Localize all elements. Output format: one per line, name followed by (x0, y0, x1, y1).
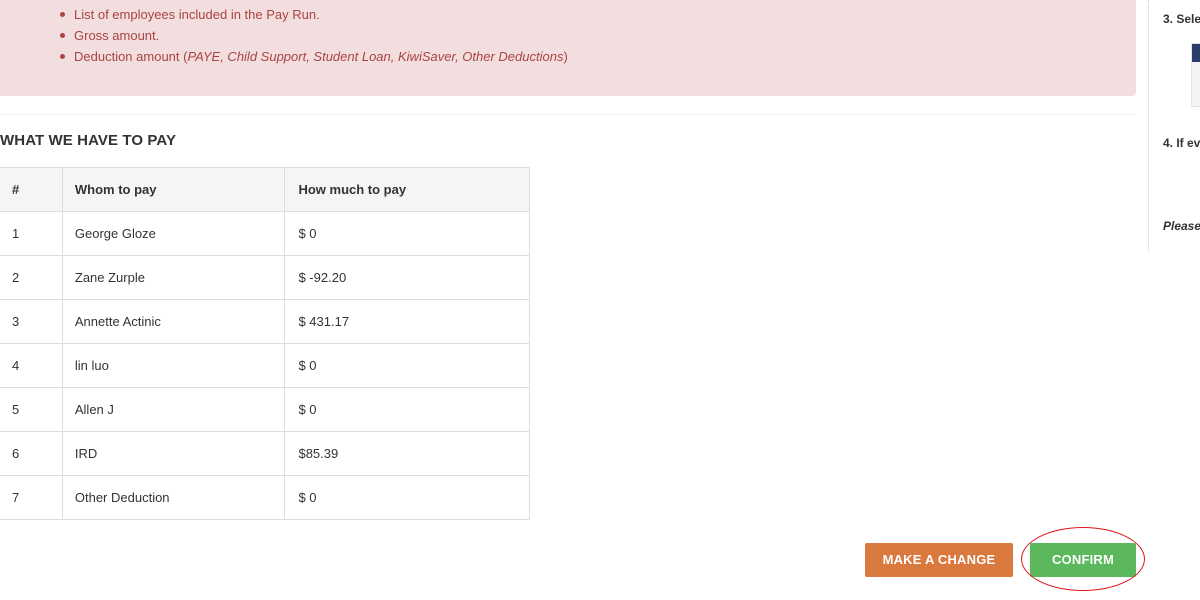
payments-table: # Whom to pay How much to pay 1 George G… (0, 167, 530, 520)
side-step-4-text: 4. If eve (1163, 136, 1200, 150)
payee-name: George Gloze (61, 211, 286, 256)
row-number: 6 (0, 431, 63, 476)
alert-item-text: Deduction amount ( (74, 49, 188, 64)
payee-name: lin luo (61, 343, 286, 388)
confirm-highlight-circle (1021, 527, 1145, 591)
alert-item-text: ) (563, 49, 568, 64)
payee-name: Annette Actinic (61, 299, 286, 344)
pay-amount: $85.39 (284, 431, 530, 476)
table-row: 5 Allen J $ 0 (0, 387, 530, 432)
thumbnail-header-bar (1192, 44, 1200, 62)
table-header-row: # Whom to pay How much to pay (0, 167, 530, 212)
side-step-3-text: 3. Selec (1163, 12, 1200, 26)
table-row: 2 Zane Zurple $ -92.20 (0, 255, 530, 300)
table-row: 4 lin luo $ 0 (0, 343, 530, 388)
table-row: 1 George Gloze $ 0 (0, 211, 530, 256)
row-number: 2 (0, 255, 63, 300)
pay-amount: $ 0 (284, 343, 530, 388)
row-number: 5 (0, 387, 63, 432)
column-header-amount: How much to pay (284, 167, 530, 212)
info-alert: List of employees included in the Pay Ru… (0, 0, 1136, 96)
alert-list-item: List of employees included in the Pay Ru… (60, 4, 568, 25)
side-screenshot-thumbnail (1191, 43, 1200, 107)
payee-name: Other Deduction (61, 475, 286, 520)
payee-name: IRD (61, 431, 286, 476)
table-row: 7 Other Deduction $ 0 (0, 475, 530, 520)
payee-name: Allen J (61, 387, 286, 432)
row-number: 3 (0, 299, 63, 344)
row-number: 1 (0, 211, 63, 256)
make-a-change-button[interactable]: MAKE A CHANGE (865, 543, 1013, 577)
deduction-types: PAYE, Child Support, Student Loan, KiwiS… (187, 49, 564, 64)
column-header-whom: Whom to pay (61, 167, 286, 212)
pay-amount: $ 431.17 (284, 299, 530, 344)
table-row: 3 Annette Actinic $ 431.17 (0, 299, 530, 344)
pay-amount: $ 0 (284, 387, 530, 432)
row-number: 7 (0, 475, 63, 520)
table-row: 6 IRD $85.39 (0, 431, 530, 476)
page: List of employees included in the Pay Ru… (0, 0, 1200, 600)
divider (0, 114, 1136, 115)
alert-list: List of employees included in the Pay Ru… (60, 4, 568, 67)
pay-amount: $ -92.20 (284, 255, 530, 300)
pay-amount: $ 0 (284, 475, 530, 520)
payee-name: Zane Zurple (61, 255, 286, 300)
side-panel-border (1148, 0, 1149, 252)
column-header-number: # (0, 167, 63, 212)
bullet-icon (60, 33, 65, 38)
pay-amount: $ 0 (284, 211, 530, 256)
side-note-text: Please c (1163, 219, 1200, 233)
bullet-icon (60, 12, 65, 17)
alert-list-item: Gross amount. (60, 25, 568, 46)
alert-list-item: Deduction amount (PAYE, Child Support, S… (60, 46, 568, 67)
row-number: 4 (0, 343, 63, 388)
alert-item-text: Gross amount. (74, 28, 160, 43)
section-title: WHAT WE HAVE TO PAY (0, 132, 177, 149)
bullet-icon (60, 54, 65, 59)
alert-item-text: List of employees included in the Pay Ru… (74, 7, 320, 22)
